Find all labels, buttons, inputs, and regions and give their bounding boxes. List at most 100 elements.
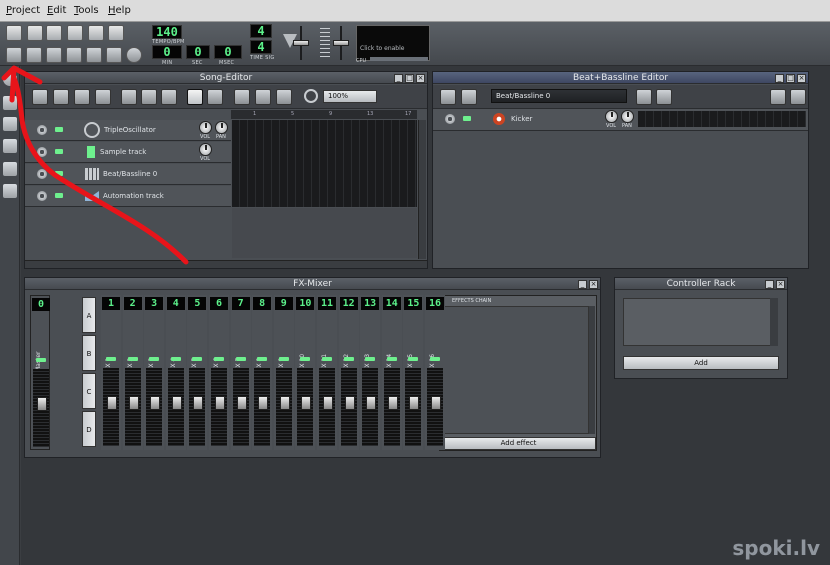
bank-d-button[interactable]: D (82, 411, 96, 447)
save-project-icon[interactable] (88, 25, 104, 41)
maximize-button[interactable]: □ (405, 74, 414, 83)
channel-fader[interactable] (297, 368, 314, 446)
channel-name[interactable]: FX 12 (343, 337, 355, 371)
export-project-icon[interactable] (108, 25, 124, 41)
channel-mute-led[interactable] (36, 358, 46, 362)
remove-steps-icon[interactable] (770, 89, 786, 105)
recent-projects-icon[interactable] (67, 25, 83, 41)
channel-name[interactable]: FX 4 (170, 337, 182, 371)
effects-scrollbar[interactable] (589, 306, 595, 434)
add-beat-bassline-icon[interactable] (636, 89, 652, 105)
bank-c-button[interactable]: C (82, 373, 96, 409)
channel-mute-led[interactable] (192, 357, 203, 361)
minimize-button[interactable]: _ (394, 74, 403, 83)
channel-mute-led[interactable] (343, 357, 354, 361)
minimize-button[interactable]: _ (578, 280, 587, 289)
track-row[interactable]: Kicker VOL PAN (433, 109, 808, 131)
fx-channel[interactable]: 16 FX 16 (425, 295, 445, 450)
controller-rack-title[interactable]: Controller Rack (615, 278, 787, 290)
menu-tools[interactable]: Tools (74, 5, 99, 16)
channel-name[interactable]: FX 3 (148, 337, 160, 371)
channel-name[interactable]: Master (35, 338, 47, 373)
channel-fader[interactable] (189, 368, 206, 446)
channel-fader[interactable] (146, 368, 163, 446)
channel-mute-led[interactable] (278, 357, 289, 361)
track-settings-icon[interactable] (445, 114, 455, 124)
project-notes-icon[interactable] (106, 47, 122, 63)
channel-fader[interactable] (275, 368, 292, 446)
controller-scrollbar[interactable] (770, 298, 778, 346)
channel-mute-led[interactable] (386, 357, 397, 361)
channel-name[interactable]: FX 9 (278, 337, 290, 371)
channel-mute-led[interactable] (300, 357, 311, 361)
automation-editor-icon[interactable] (66, 47, 82, 63)
channel-name[interactable]: FX 14 (386, 337, 398, 371)
channel-mute-led[interactable] (127, 357, 138, 361)
tempo-display[interactable]: 140 (152, 25, 182, 39)
song-timeline-grid[interactable] (232, 120, 417, 207)
my-home-icon[interactable] (3, 162, 17, 176)
channel-name[interactable]: FX 6 (213, 337, 225, 371)
master-volume-handle[interactable] (293, 40, 309, 46)
channel-mute-led[interactable] (149, 357, 160, 361)
track-name[interactable]: TripleOscillator (104, 126, 156, 134)
fx-mixer-title[interactable]: FX-Mixer (25, 278, 600, 290)
mute-led[interactable] (55, 127, 63, 132)
track-row[interactable]: Beat/Bassline 0 (25, 164, 231, 185)
channel-mute-led[interactable] (408, 357, 419, 361)
zoom-select[interactable]: 100% (323, 90, 377, 103)
root-directory-icon[interactable] (3, 184, 17, 198)
channel-mute-led[interactable] (430, 357, 440, 361)
add-controller-button[interactable]: Add (623, 356, 779, 370)
add-automation-track-icon[interactable] (656, 89, 672, 105)
draw-mode-icon[interactable] (187, 89, 203, 105)
master-pitch-handle[interactable] (333, 40, 349, 46)
close-button[interactable]: × (797, 74, 806, 83)
track-settings-icon[interactable] (37, 169, 47, 179)
channel-mute-led[interactable] (235, 357, 246, 361)
add-bb-track-icon[interactable] (121, 89, 137, 105)
track-row[interactable]: Automation track (25, 186, 231, 207)
controller-list[interactable] (623, 298, 778, 346)
controller-rack-icon[interactable] (126, 47, 142, 63)
bank-b-button[interactable]: B (82, 335, 96, 371)
new-from-template-icon[interactable] (27, 25, 43, 41)
bb-track-select[interactable]: Beat/Bassline 0 (491, 89, 627, 103)
menu-help[interactable]: Help (108, 5, 131, 16)
track-settings-icon[interactable] (37, 191, 47, 201)
channel-fader[interactable] (124, 368, 141, 446)
fx-channel[interactable]: 12 FX 12 (338, 295, 359, 450)
fx-channel[interactable]: 6 FX 6 (209, 295, 229, 450)
pan-knob[interactable] (215, 121, 228, 134)
add-steps-icon[interactable] (790, 89, 806, 105)
maximize-button[interactable]: □ (786, 74, 795, 83)
channel-mute-led[interactable] (322, 357, 332, 361)
mute-led[interactable] (55, 171, 63, 176)
timesig-denominator[interactable]: 4 (250, 40, 272, 54)
track-settings-icon[interactable] (37, 147, 47, 157)
track-settings-icon[interactable] (37, 125, 47, 135)
mute-led[interactable] (55, 193, 63, 198)
add-sample-track-icon[interactable] (141, 89, 157, 105)
timesig-numerator[interactable]: 4 (250, 24, 272, 38)
add-automation-track-icon[interactable] (161, 89, 177, 105)
piano-roll-icon[interactable] (46, 47, 62, 63)
open-project-icon[interactable] (46, 25, 62, 41)
loop-points-icon[interactable] (255, 89, 271, 105)
record-icon[interactable] (53, 89, 69, 105)
track-name[interactable]: Kicker (511, 115, 532, 123)
song-editor-title[interactable]: Song-Editor (25, 72, 427, 84)
channel-name[interactable]: FX 13 (364, 337, 376, 371)
effects-list[interactable] (443, 306, 589, 434)
channel-mute-led[interactable] (170, 357, 181, 361)
channel-fader[interactable] (103, 368, 119, 446)
channel-name[interactable]: FX 5 (191, 337, 203, 371)
minimize-button[interactable]: _ (765, 280, 774, 289)
track-row[interactable]: TripleOscillator VOL PAN (25, 120, 231, 141)
horizontal-scrollbar[interactable] (25, 260, 427, 268)
channel-name[interactable]: FX 16 (429, 337, 441, 371)
channel-mute-led[interactable] (365, 357, 376, 361)
fx-channel[interactable]: 4 FX 4 (165, 295, 186, 450)
fx-channel[interactable]: 5 FX 5 (187, 295, 208, 450)
channel-fader[interactable] (319, 368, 335, 446)
